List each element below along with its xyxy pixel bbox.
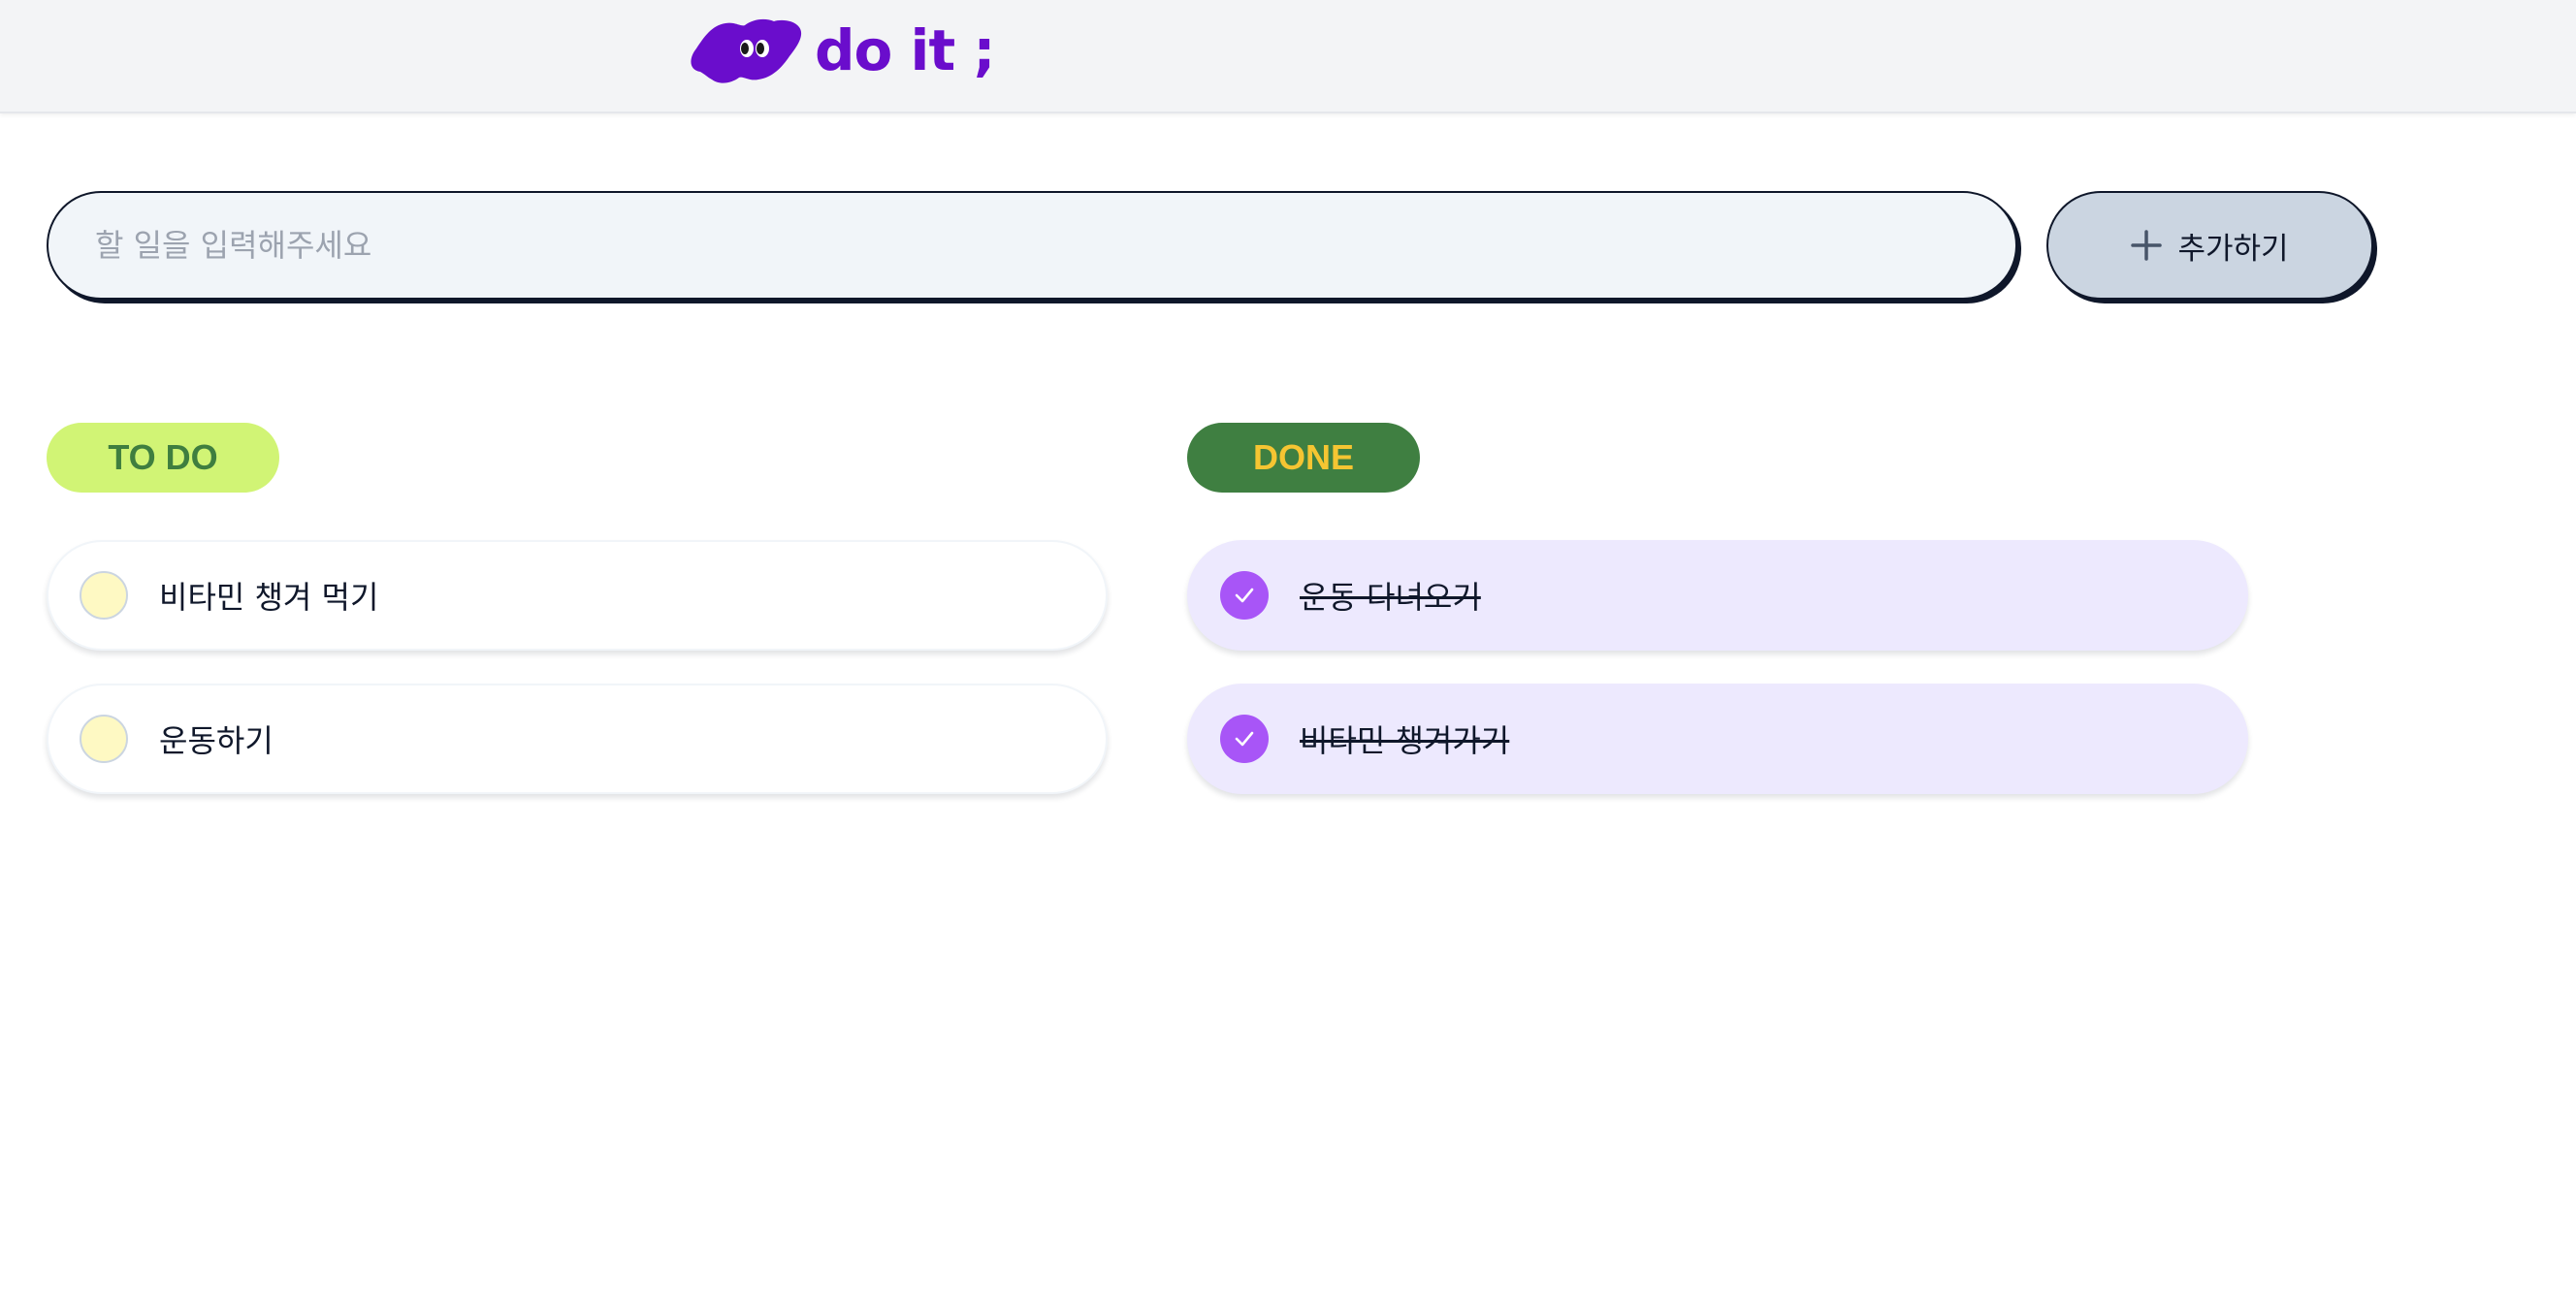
check-icon xyxy=(1235,588,1254,603)
todo-item-text: 비타민 챙겨 먹기 xyxy=(159,579,379,616)
app-header: do it ; xyxy=(0,0,2576,113)
plus-icon xyxy=(2131,230,2163,261)
logo-mascot-icon xyxy=(691,18,802,83)
logo-text: do it ; xyxy=(815,17,996,83)
add-button-label: 추가하기 xyxy=(2177,231,2289,267)
todo-checkbox[interactable] xyxy=(80,571,128,620)
done-checkbox[interactable] xyxy=(1220,715,1269,763)
add-todo-button[interactable]: 추가하기 xyxy=(2046,191,2373,300)
done-section-badge: DONE xyxy=(1187,423,1420,493)
done-item-text: 비타민 챙겨가기 xyxy=(1300,722,1510,759)
todo-checkbox[interactable] xyxy=(80,715,128,763)
done-item[interactable]: 운동 다녀오기 xyxy=(1187,540,2248,651)
todo-item[interactable]: 운동하기 xyxy=(47,684,1108,794)
todo-item-text: 운동하기 xyxy=(159,722,274,759)
todo-section-title: TO DO xyxy=(108,437,218,477)
done-item[interactable]: 비타민 챙겨가기 xyxy=(1187,684,2248,794)
done-item-text: 운동 다녀오기 xyxy=(1300,579,1481,616)
todo-input[interactable] xyxy=(47,191,2017,300)
done-section-title: DONE xyxy=(1252,437,1354,477)
todo-section-badge: TO DO xyxy=(47,423,279,493)
logo[interactable]: do it ; xyxy=(687,16,996,85)
todo-item[interactable]: 비타민 챙겨 먹기 xyxy=(47,540,1108,651)
done-checkbox[interactable] xyxy=(1220,571,1269,620)
check-icon xyxy=(1235,731,1254,747)
